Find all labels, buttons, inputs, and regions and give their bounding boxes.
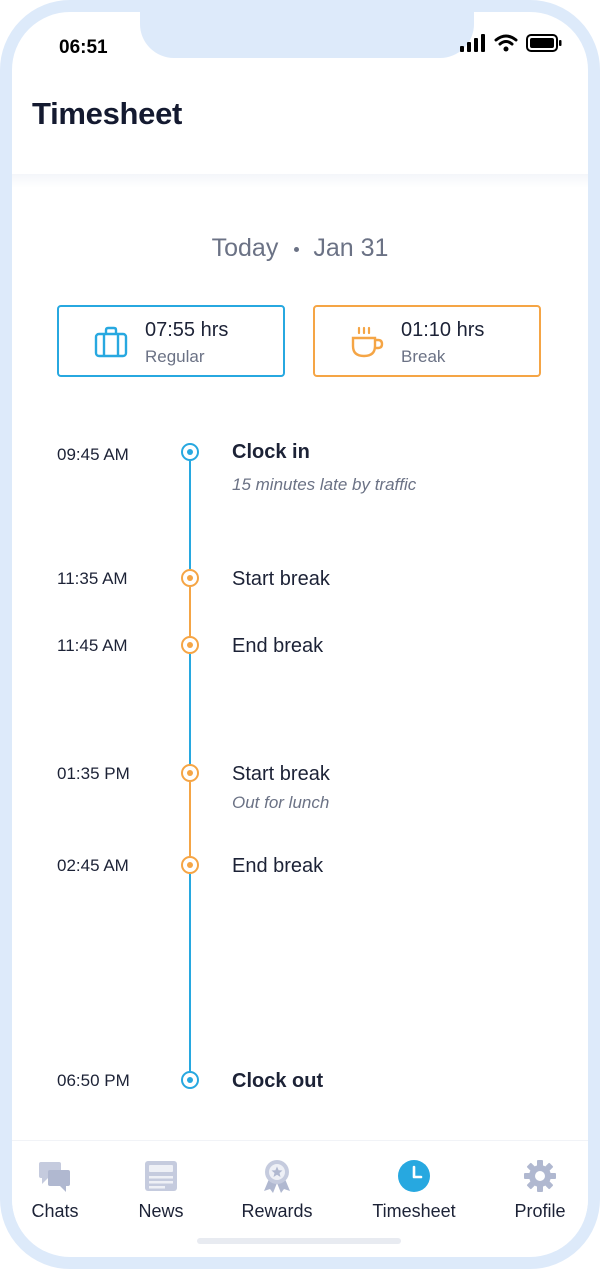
timeline-node [181, 636, 199, 654]
timeline-node [181, 569, 199, 587]
coffee-cup-icon [351, 326, 384, 358]
gear-icon [524, 1160, 556, 1192]
timeline-segment-work-2 [189, 654, 191, 773]
battery-icon [526, 34, 562, 52]
status-bar-time: 06:51 [59, 37, 108, 58]
chat-bubbles-icon [39, 1162, 70, 1192]
tab-news[interactable]: News [106, 1159, 216, 1222]
timeline-segment-work-1 [189, 461, 191, 578]
event-time: 11:35 AM [57, 569, 128, 588]
event-time: 02:45 AM [57, 856, 129, 875]
event-title: Clock out [232, 1070, 324, 1092]
event-title: Start break [232, 763, 330, 785]
regular-hours-card: 07:55 hrs Regular [57, 305, 285, 377]
tab-label: Rewards [241, 1201, 313, 1221]
date-day-label: Today [211, 234, 279, 262]
timeline-node [181, 443, 199, 461]
event-time: 06:50 PM [57, 1071, 130, 1090]
signal-icon [460, 34, 485, 52]
event-time: 09:45 AM [57, 445, 129, 464]
timeline-segment-break-2 [189, 782, 191, 865]
break-hours-value: 01:10 hrs [401, 319, 485, 341]
tab-profile[interactable]: Profile [485, 1159, 588, 1222]
event-note: Out for lunch [232, 793, 330, 812]
event-title: Clock in [232, 441, 310, 463]
date-value: Jan 31 [313, 234, 389, 262]
timeline-node [181, 1071, 199, 1089]
clock-icon [398, 1160, 430, 1192]
wifi-icon [494, 34, 518, 52]
device-notch [140, 12, 474, 58]
event-title: End break [232, 855, 324, 877]
tab-rewards[interactable]: Rewards [222, 1159, 332, 1222]
date-separator-dot [294, 246, 300, 252]
timeline-node [181, 856, 199, 874]
break-hours-label: Break [401, 347, 446, 366]
break-hours-card: 01:10 hrs Break [313, 305, 541, 377]
event-title: Start break [232, 568, 330, 590]
event-note: 15 minutes late by traffic [232, 475, 417, 494]
tab-label: Chats [31, 1201, 79, 1221]
status-bar-icons [460, 34, 562, 52]
tab-label: Profile [514, 1201, 566, 1221]
page-title: Timesheet [32, 96, 183, 131]
event-time: 01:35 PM [57, 764, 130, 783]
phone-frame: 06:51 Timesheet Today Jan 31 07:55 hrs R… [0, 0, 600, 1269]
briefcase-icon [94, 326, 128, 358]
home-indicator [197, 1238, 401, 1244]
event-title: End break [232, 635, 324, 657]
regular-hours-label: Regular [145, 347, 205, 366]
tab-label: News [138, 1201, 184, 1221]
event-time: 11:45 AM [57, 636, 128, 655]
header-divider [12, 174, 588, 188]
newspaper-icon [145, 1161, 177, 1191]
timeline-segment-work-3 [189, 874, 191, 1080]
tab-timesheet[interactable]: Timesheet [359, 1159, 469, 1222]
timeline-node [181, 764, 199, 782]
date-display: Today Jan 31 [12, 234, 588, 263]
tab-label: Timesheet [372, 1201, 456, 1221]
regular-hours-value: 07:55 hrs [145, 319, 229, 341]
bottom-tab-bar: Chats News Rewards Timesheet Profile [12, 1140, 588, 1251]
award-medal-icon [264, 1160, 290, 1193]
tab-chats[interactable]: Chats [12, 1159, 110, 1222]
